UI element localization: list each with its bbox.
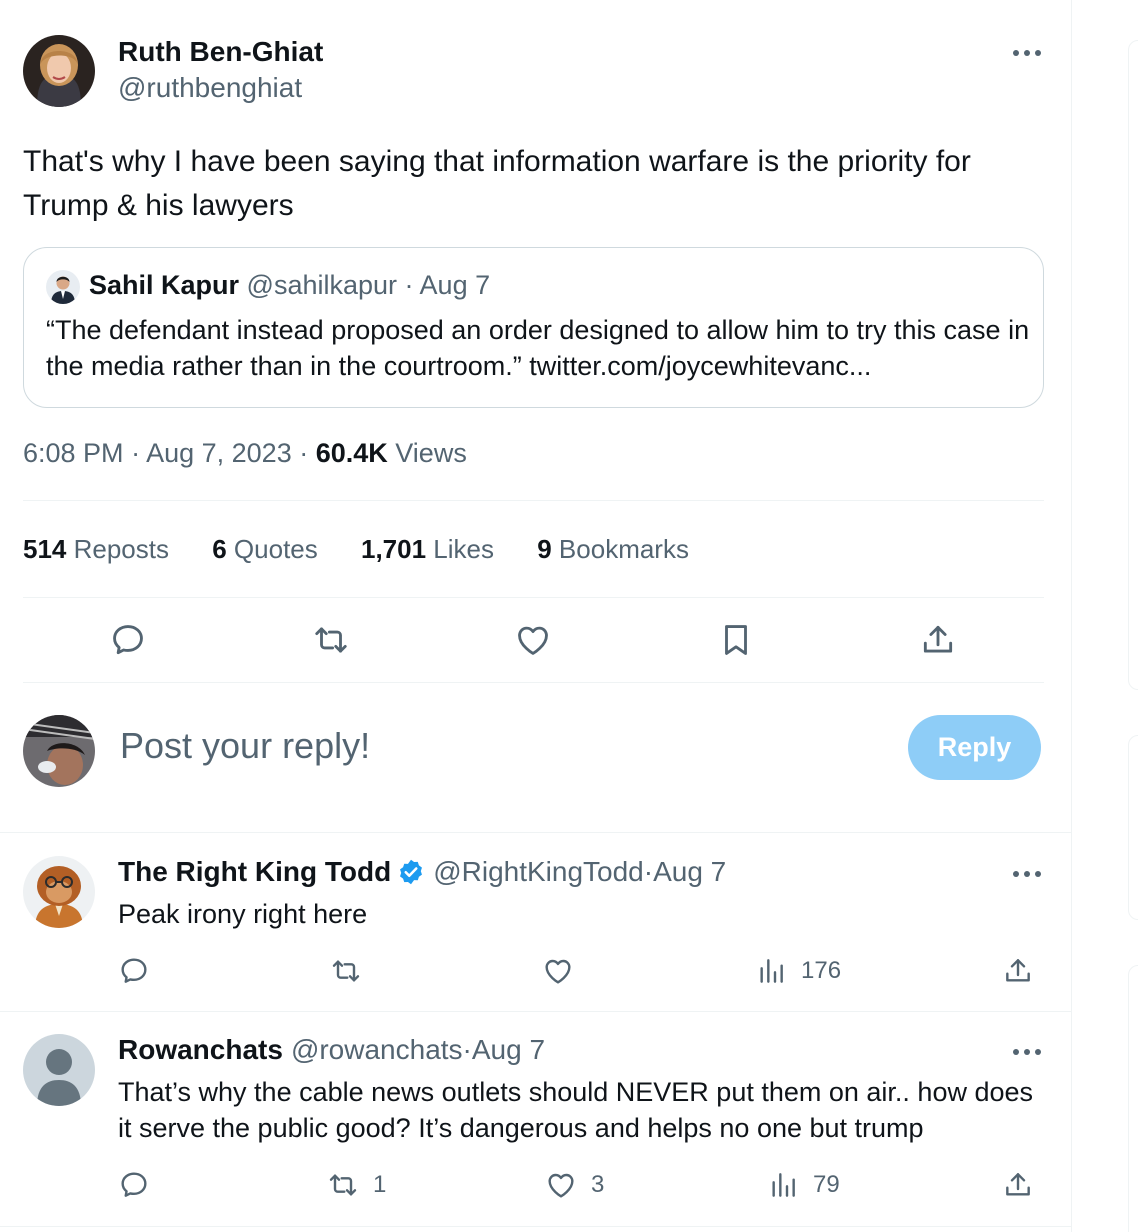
quotes-stat[interactable]: 6 Quotes	[212, 534, 318, 564]
meta-separator: ·	[291, 438, 316, 468]
like-icon[interactable]	[542, 955, 588, 987]
like-icon[interactable]	[514, 621, 552, 659]
likes-stat[interactable]: 1,701 Likes	[361, 534, 494, 564]
verified-badge-icon	[400, 859, 423, 885]
repost-icon[interactable]: 1	[327, 1169, 386, 1201]
author-avatar[interactable]	[23, 35, 95, 107]
reply-text: Peak irony right here	[118, 899, 368, 929]
sidebar-card	[1128, 735, 1138, 920]
engagement-stats: 514 Reposts 6 Quotes 1,701 Likes 9 Bookm…	[23, 534, 725, 565]
quoted-date[interactable]: Aug 7	[420, 270, 491, 300]
quoted-tweet-header: Sahil Kapur @sahilkapur · Aug 7	[66, 270, 490, 301]
divider	[0, 1011, 1072, 1012]
reply-separator: ·	[643, 856, 654, 887]
quoted-tweet-text: “The defendant instead proposed an order…	[46, 315, 1030, 381]
divider	[0, 1226, 1072, 1227]
more-options-icon[interactable]	[1010, 43, 1044, 63]
like-count: 3	[591, 1171, 605, 1198]
reply-author-name[interactable]: Rowanchats	[118, 1034, 283, 1066]
reply-header: The Right King Todd @RightKingTodd · Aug…	[118, 856, 726, 888]
repost-icon[interactable]	[312, 621, 350, 659]
reply-icon[interactable]	[118, 955, 150, 987]
current-user-avatar[interactable]	[23, 715, 95, 787]
bookmarks-stat[interactable]: 9 Bookmarks	[537, 534, 689, 564]
divider	[23, 682, 1044, 683]
more-options-icon[interactable]	[1010, 1042, 1044, 1062]
like-icon[interactable]: 3	[545, 1169, 604, 1201]
reply-author-name[interactable]: The Right King Todd	[118, 856, 391, 888]
reply-input[interactable]: Post your reply!	[120, 725, 370, 767]
repost-count: 1	[373, 1171, 387, 1198]
bookmark-icon[interactable]	[717, 621, 755, 659]
views-count[interactable]: 60.4K	[316, 438, 388, 468]
views-icon[interactable]: 79	[767, 1169, 840, 1201]
reply-date[interactable]: Aug 7	[472, 1034, 545, 1066]
sidebar-card	[1128, 40, 1138, 690]
quoted-author-handle[interactable]: @sahilkapur	[247, 270, 397, 300]
reply-button[interactable]: Reply	[908, 715, 1041, 780]
views-icon[interactable]: 176	[755, 955, 841, 987]
reply-icon[interactable]	[109, 621, 147, 659]
reposts-stat[interactable]: 514 Reposts	[23, 534, 169, 564]
share-icon[interactable]	[1002, 1169, 1034, 1201]
tweet-time[interactable]: 6:08 PM	[23, 438, 124, 468]
tweet-date[interactable]: Aug 7, 2023	[146, 438, 292, 468]
views-label: Views	[387, 438, 467, 468]
share-icon[interactable]	[919, 621, 957, 659]
divider	[0, 832, 1072, 833]
tweet-detail-column: Ruth Ben-Ghiat @ruthbenghiat That's why …	[0, 0, 1072, 1232]
reply-author-avatar[interactable]	[23, 1034, 95, 1106]
share-icon[interactable]	[1002, 955, 1034, 987]
divider	[23, 597, 1044, 598]
reply-separator: ·	[462, 1034, 472, 1065]
views-count: 79	[813, 1171, 840, 1198]
reply-author-handle[interactable]: @RightKingTodd	[433, 856, 644, 888]
reply-author-handle[interactable]: @rowanchats	[291, 1034, 463, 1066]
author-handle[interactable]: @ruthbenghiat	[118, 72, 302, 104]
reply-text: That’s why the cable news outlets should…	[118, 1077, 1034, 1143]
repost-icon[interactable]	[330, 955, 376, 987]
tweet-text: That's why I have been saying that infor…	[23, 145, 971, 222]
reply-icon[interactable]	[118, 1169, 150, 1201]
reply-header: Rowanchats @rowanchats · Aug 7	[118, 1034, 545, 1066]
reply-date[interactable]: Aug 7	[653, 856, 726, 888]
quoted-author-name[interactable]: Sahil Kapur	[89, 270, 239, 300]
author-name[interactable]: Ruth Ben-Ghiat	[118, 36, 323, 68]
divider	[23, 500, 1044, 501]
more-options-icon[interactable]	[1010, 864, 1044, 884]
reply-author-avatar[interactable]	[23, 856, 95, 928]
quoted-separator: ·	[397, 270, 420, 300]
sidebar-card	[1128, 965, 1138, 1232]
tweet-meta: 6:08 PM · Aug 7, 2023 · 60.4K Views	[23, 438, 467, 469]
meta-separator: ·	[123, 438, 147, 468]
views-count: 176	[801, 957, 842, 984]
